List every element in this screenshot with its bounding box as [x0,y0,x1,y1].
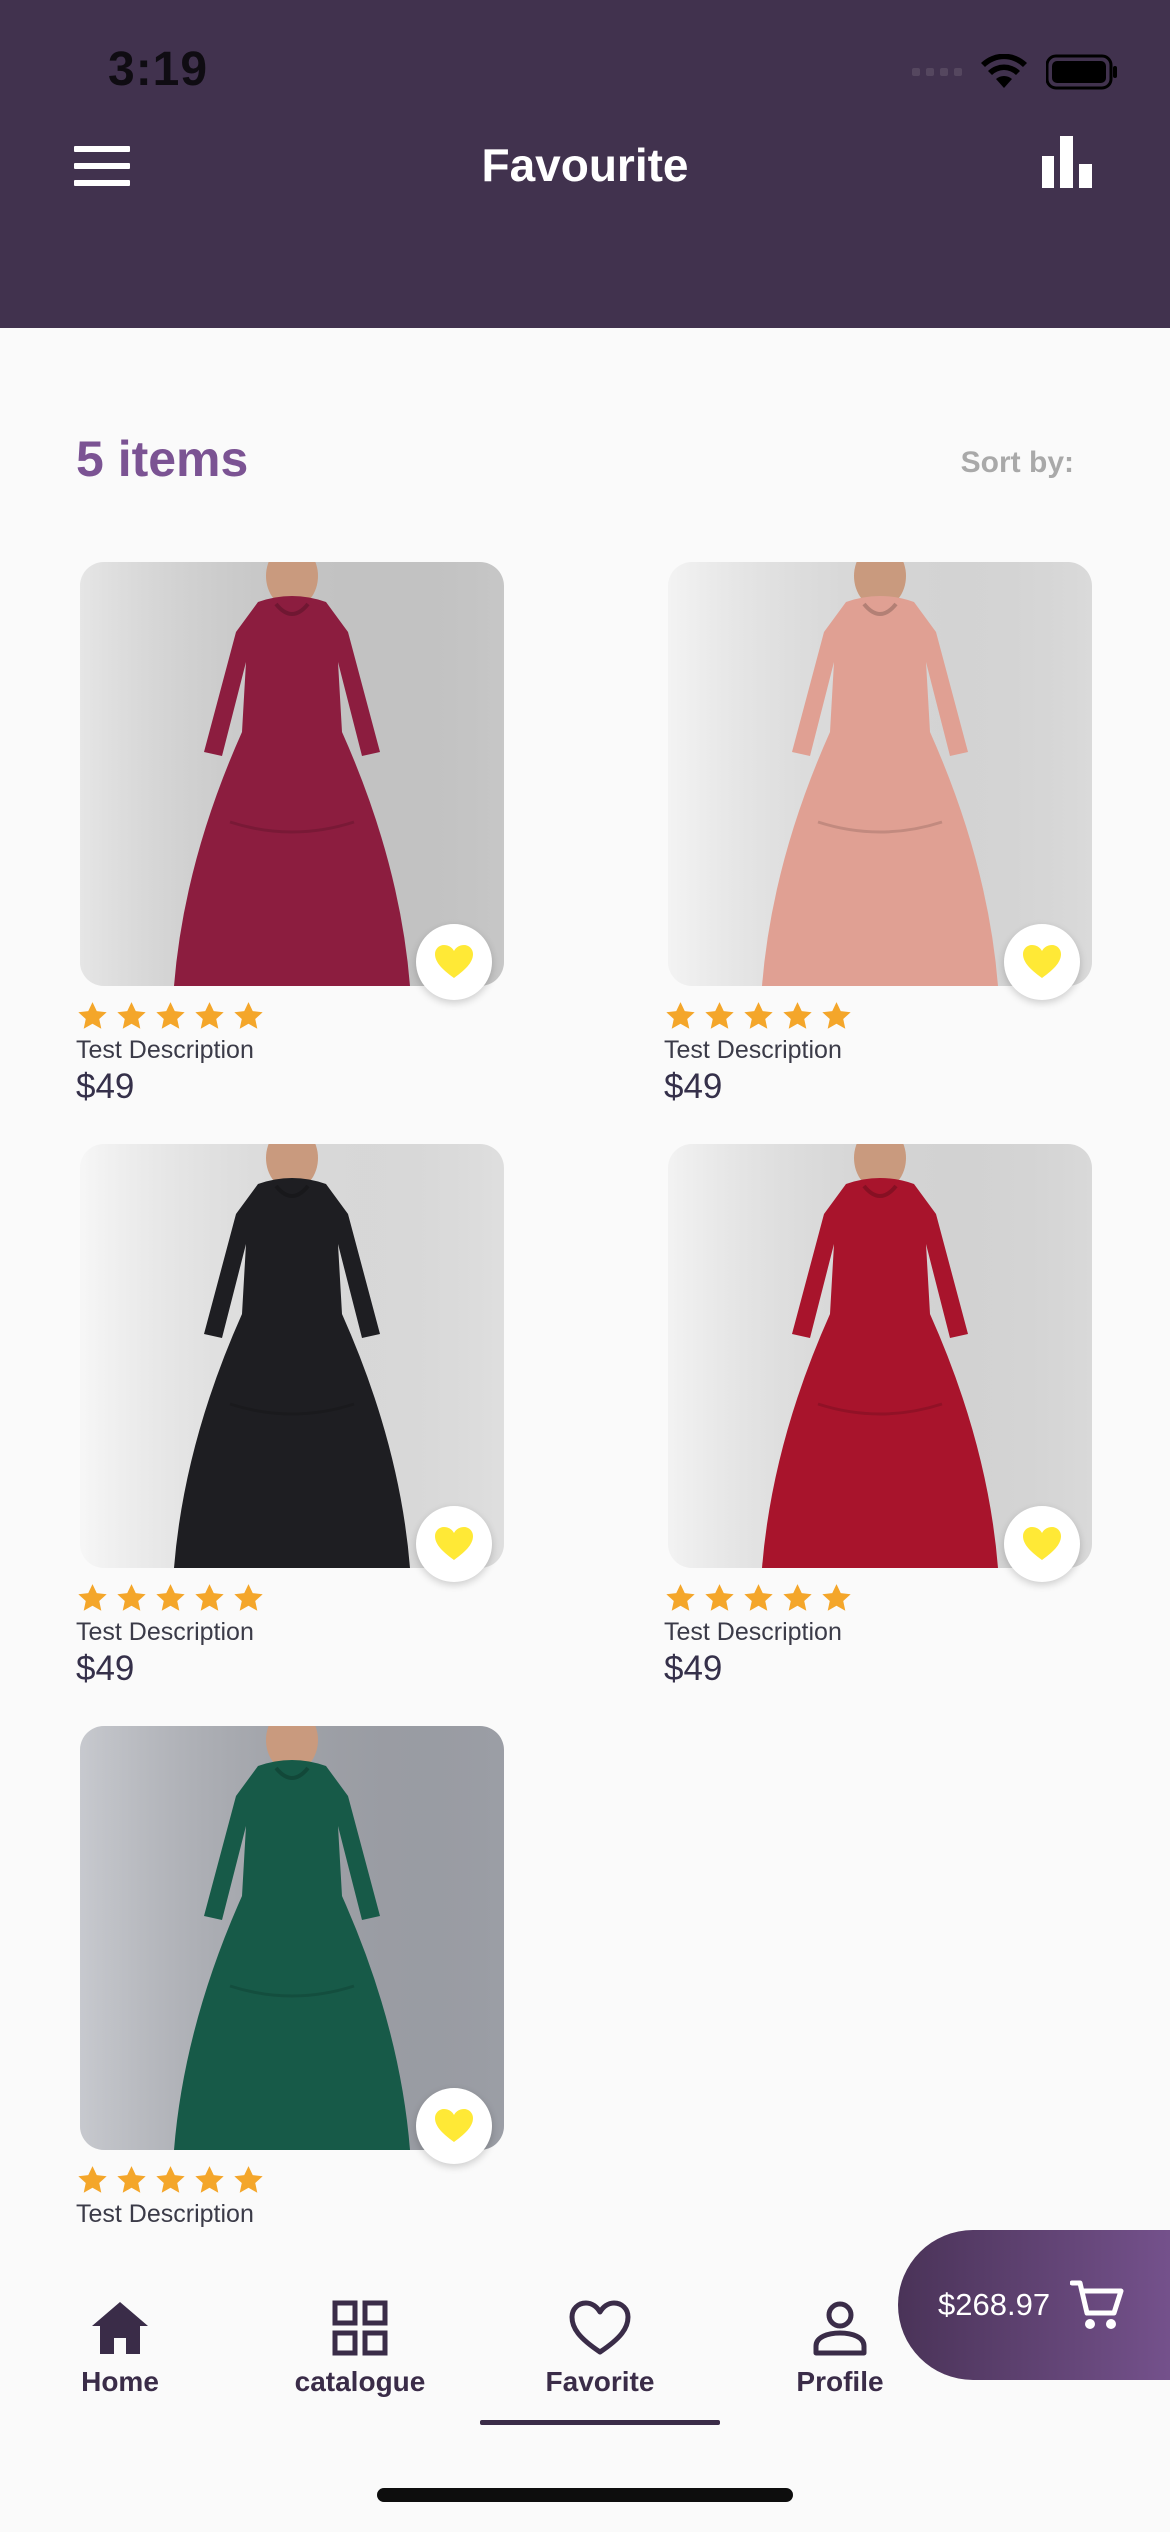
nav-catalogue[interactable]: catalogue [240,2300,480,2398]
signal-icon [912,68,962,76]
product-price: $49 [664,1649,723,1688]
star-icon [783,1584,812,1611]
dress-illustration [80,1726,504,2150]
star-icon [78,2166,107,2193]
sort-button[interactable]: Sort by: [961,446,1074,480]
nav-profile-label: Profile [796,2366,884,2397]
dress-illustration [80,1144,504,1568]
status-time: 3:19 [108,43,209,96]
star-icon [705,1584,734,1611]
battery-icon [1046,54,1118,90]
star-icon [117,1002,146,1029]
star-icon [783,1002,812,1029]
star-icon [195,1584,224,1611]
dress-illustration [668,1144,1092,1568]
star-icon [195,1002,224,1029]
favorite-toggle[interactable] [1004,924,1080,1000]
star-icon [78,1584,107,1611]
star-icon [117,1584,146,1611]
star-icon [822,1002,851,1029]
product-card[interactable]: Test Description $49 [664,1144,1092,1688]
star-icon [156,1002,185,1029]
dress-illustration [668,562,1092,986]
status-icons [912,54,1118,90]
grid-icon [332,2300,388,2356]
star-icon [78,1002,107,1029]
product-description: Test Description [76,2200,254,2228]
heart-filled-icon [1023,945,1061,978]
nav-home-label: Home [81,2366,159,2397]
shopping-cart-icon [1070,2280,1124,2329]
star-icon [195,2166,224,2193]
favorite-toggle[interactable] [416,924,492,1000]
product-image[interactable] [80,562,504,986]
wifi-icon [980,54,1028,90]
star-icon [156,1584,185,1611]
star-icon [822,1584,851,1611]
scroll-fade [0,2230,900,2260]
nav-catalogue-label: catalogue [294,2366,426,2397]
home-icon [92,2302,148,2354]
home-indicator [377,2488,793,2502]
nav-profile[interactable]: Profile [720,2300,960,2398]
product-description: Test Description [664,1036,842,1064]
product-image[interactable] [668,562,1092,986]
bottom-navigation: Home catalogue Favorite Profile [0,2300,900,2440]
product-image[interactable] [80,1144,504,1568]
product-description: Test Description [76,1618,254,1646]
product-image[interactable] [668,1144,1092,1568]
product-card[interactable]: Test Description $49 [664,562,1092,1106]
rating-stars [76,1582,265,1615]
star-icon [156,2166,185,2193]
rating-stars [664,1582,853,1615]
app-header: 3:19 Favourite [0,0,1170,328]
rating-stars [76,1000,265,1033]
stats-button[interactable] [1042,136,1094,188]
star-icon [666,1584,695,1611]
product-image[interactable] [80,1726,504,2150]
star-icon [117,2166,146,2193]
rating-stars [664,1000,853,1033]
star-icon [234,2166,263,2193]
favorite-toggle[interactable] [416,2088,492,2164]
favorite-toggle[interactable] [416,1506,492,1582]
product-card[interactable]: Test Description $49 [76,562,504,1106]
star-icon [705,1002,734,1029]
heart-filled-icon [1023,1527,1061,1560]
nav-home[interactable]: Home [0,2300,240,2398]
star-icon [744,1002,773,1029]
star-icon [234,1002,263,1029]
active-tab-indicator [480,2420,720,2425]
product-card[interactable]: Test Description $49 [76,1144,504,1688]
heart-filled-icon [435,2109,473,2142]
heart-filled-icon [435,945,473,978]
star-icon [666,1002,695,1029]
rating-stars [76,2164,265,2197]
favorite-toggle[interactable] [1004,1506,1080,1582]
nav-favorite-label: Favorite [545,2366,655,2397]
item-count: 5 items [76,431,249,487]
product-price: $49 [664,1067,723,1106]
heart-outline-icon [569,2300,631,2355]
person-icon [813,2301,867,2356]
product-description: Test Description [664,1618,842,1646]
heart-filled-icon [435,1527,473,1560]
product-price: $49 [76,1649,135,1688]
star-icon [744,1584,773,1611]
product-price: $49 [76,1067,135,1106]
dress-illustration [80,562,504,986]
nav-favorite[interactable]: Favorite [480,2300,720,2398]
page-title: Favourite [481,139,689,191]
star-icon [234,1584,263,1611]
product-description: Test Description [76,1036,254,1064]
bar-chart-icon [1042,136,1092,188]
product-card[interactable]: Test Description [76,1726,504,2228]
